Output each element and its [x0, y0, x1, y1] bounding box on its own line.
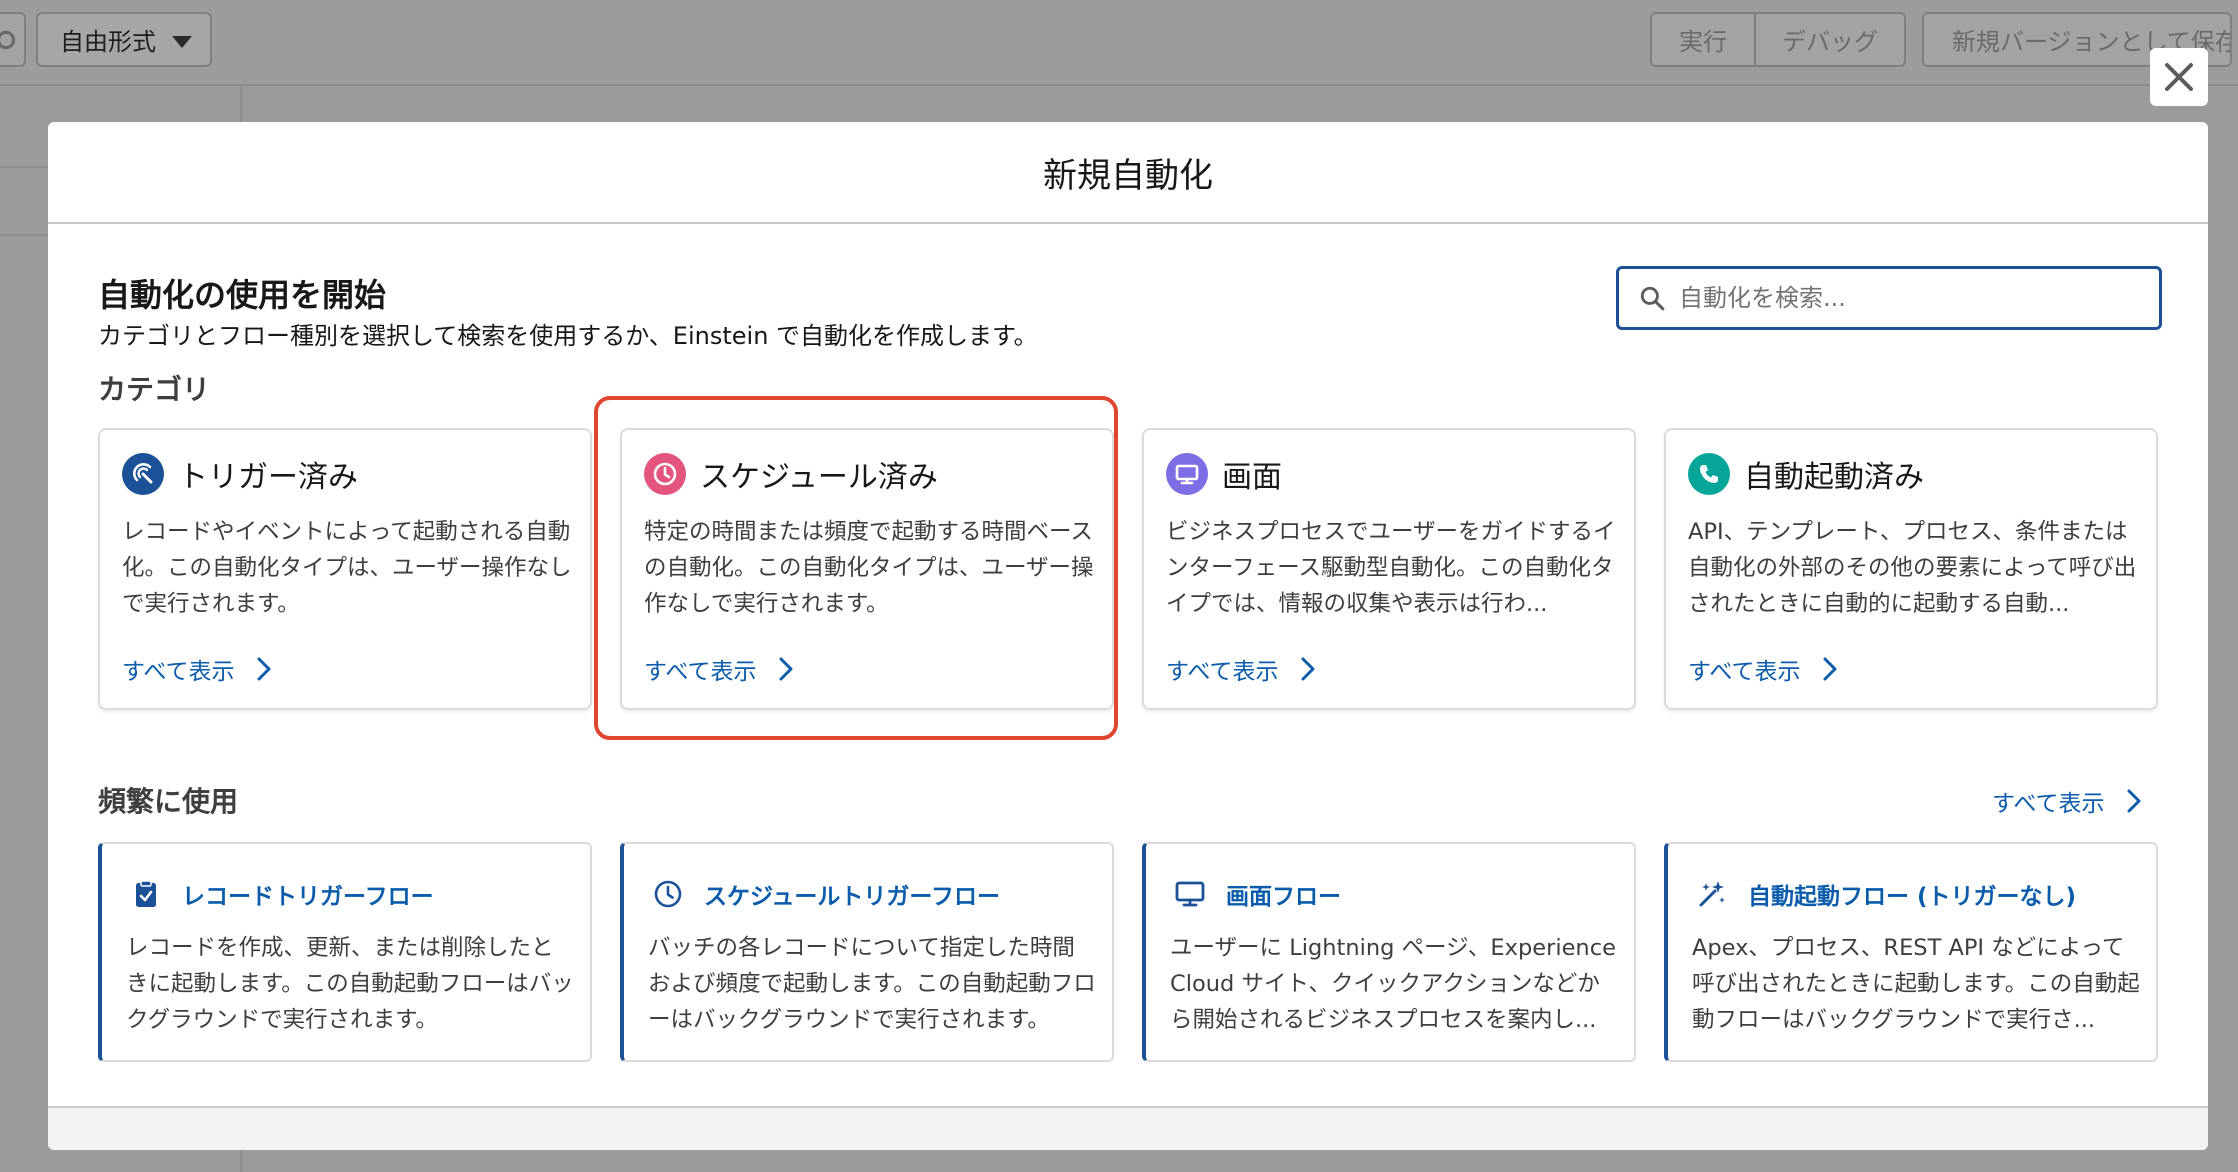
see-all-label: すべて表示	[1992, 791, 2105, 817]
clock-icon	[648, 874, 688, 914]
frequent-heading: 頻繁に使用	[98, 785, 239, 818]
highlight-box	[594, 396, 1118, 740]
intro-description: カテゴリとフロー種別を選択して検索を使用するか、Einstein で自動化を作成…	[98, 322, 1038, 350]
see-all-label: すべて表示	[1688, 659, 1801, 685]
close-modal-button[interactable]	[2150, 48, 2208, 106]
chevron-right-icon	[2127, 789, 2141, 813]
sidebar-divider	[0, 234, 48, 236]
see-all-label: すべて表示	[1166, 659, 1279, 685]
search-icon	[1640, 286, 1665, 311]
trigger-icon	[122, 453, 164, 495]
chevron-right-icon	[257, 657, 271, 681]
modal-title: 新規自動化	[1043, 155, 1213, 196]
flow-type-card-screen[interactable]: 画面フロー ユーザーに Lightning ページ、Experience Clo…	[1142, 842, 1636, 1062]
flow-type-card-record-triggered[interactable]: レコードトリガーフロー レコードを作成、更新、または削除したときに起動します。こ…	[98, 842, 592, 1062]
frequent-see-all-link[interactable]: すべて表示	[1992, 784, 2142, 818]
category-description: レコードやイベントによって起動される自動化。この自動化タイプは、ユーザー操作なし…	[122, 519, 572, 617]
flow-type-description: ユーザーに Lightning ページ、Experience Cloud サイト…	[1170, 935, 1616, 1033]
sidebar-divider	[0, 166, 48, 168]
category-card-screen[interactable]: 画面 ビジネスプロセスでユーザーをガイドするインターフェース駆動型自動化。この自…	[1142, 428, 1636, 710]
chevron-right-icon	[1823, 657, 1837, 681]
category-title: トリガー済み	[178, 460, 358, 495]
chevron-down-icon	[172, 36, 192, 48]
run-button[interactable]: 実行	[1650, 12, 1756, 67]
category-card-autolaunched[interactable]: 自動起動済み API、テンプレート、プロセス、条件または自動化の外部のその他の要…	[1664, 428, 2158, 710]
flow-type-description: Apex、プロセス、REST API などによって呼び出されたときに起動します。…	[1692, 935, 2140, 1033]
chevron-right-icon	[1301, 657, 1315, 681]
flow-type-title: 自動起動フロー (トリガーなし)	[1748, 884, 2077, 910]
phone-icon	[1688, 453, 1730, 495]
modal-footer	[48, 1106, 2208, 1150]
flow-type-card-autolaunched[interactable]: 自動起動フロー (トリガーなし) Apex、プロセス、REST API などによ…	[1664, 842, 2158, 1062]
category-see-all-link[interactable]: すべて表示	[1166, 652, 1316, 686]
category-heading: カテゴリ	[98, 373, 211, 406]
flow-type-title: スケジュールトリガーフロー	[704, 884, 1001, 910]
monitor-icon	[1170, 874, 1210, 914]
see-all-label: すべて表示	[122, 659, 235, 685]
gear-icon	[0, 30, 16, 49]
intro-title: 自動化の使用を開始	[98, 276, 387, 314]
flow-type-card-schedule-triggered[interactable]: スケジュールトリガーフロー バッチの各レコードについて指定した時間および頻度で起…	[620, 842, 1114, 1062]
layout-mode-select[interactable]: 自由形式	[36, 12, 212, 67]
category-description: ビジネスプロセスでユーザーをガイドするインターフェース駆動型自動化。この自動化タ…	[1166, 519, 1616, 617]
close-icon	[2165, 63, 2193, 91]
record-clipboard-icon	[126, 874, 166, 914]
flow-type-title: レコードトリガーフロー	[182, 884, 434, 910]
layout-mode-label: 自由形式	[60, 28, 156, 56]
category-see-all-link[interactable]: すべて表示	[122, 652, 272, 686]
category-see-all-link[interactable]: すべて表示	[1688, 652, 1838, 686]
search-box[interactable]	[1616, 266, 2162, 330]
category-title: 自動起動済み	[1744, 460, 1924, 495]
debug-button[interactable]: デバッグ	[1754, 12, 1906, 67]
new-automation-modal: 新規自動化 自動化の使用を開始 カテゴリとフロー種別を選択して検索を使用するか、…	[48, 122, 2208, 1150]
flow-type-title: 画面フロー	[1226, 884, 1341, 910]
flow-type-description: バッチの各レコードについて指定した時間および頻度で起動します。この自動起動フロー…	[648, 935, 1096, 1033]
search-input[interactable]	[1677, 283, 2141, 313]
flow-type-description: レコードを作成、更新、または削除したときに起動します。この自動起動フローはバック…	[126, 935, 574, 1033]
category-card-triggered[interactable]: トリガー済み レコードやイベントによって起動される自動化。この自動化タイプは、ユ…	[98, 428, 592, 710]
modal-header: 新規自動化	[48, 122, 2208, 224]
gear-button[interactable]	[0, 12, 26, 67]
monitor-icon	[1166, 453, 1208, 495]
builder-toolbar: 自由形式 実行 デバッグ 新規バージョンとして保存	[0, 0, 2238, 86]
category-title: 画面	[1222, 460, 1282, 495]
magic-wand-icon	[1692, 874, 1732, 914]
category-description: API、テンプレート、プロセス、条件または自動化の外部のその他の要素によって呼び…	[1688, 519, 2137, 617]
